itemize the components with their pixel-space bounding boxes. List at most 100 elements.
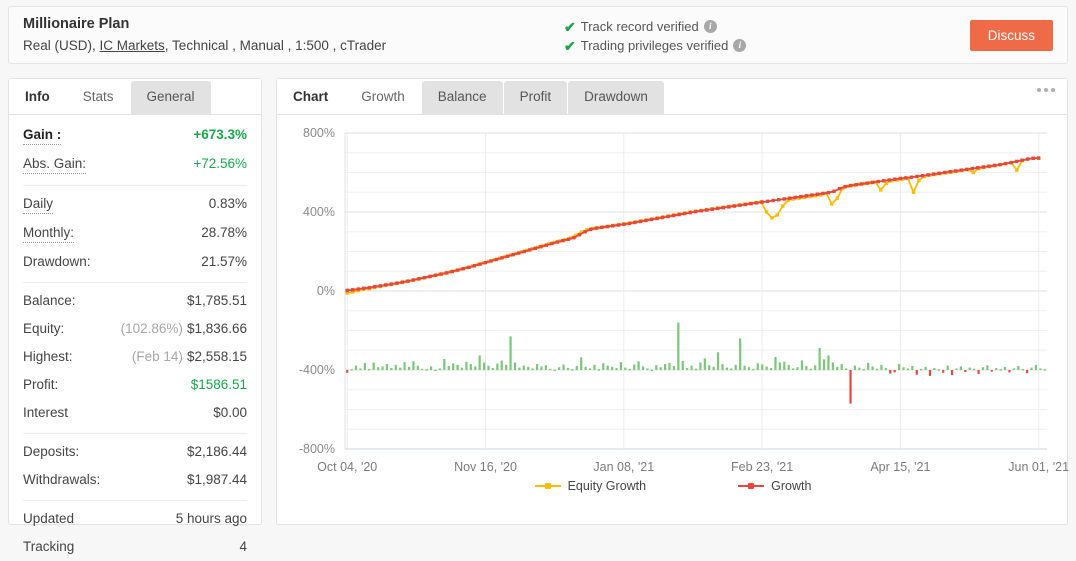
check-icon: ✔ [564,37,576,54]
stat-value: (Feb 14) $2,558.15 [131,349,247,364]
stat-value: 28.78% [201,225,247,240]
tab-drawdown[interactable]: Drawdown [568,81,664,114]
chart-panel: Chart Growth Balance Profit Drawdown 800… [276,78,1069,525]
stat-label: Updated [23,511,75,526]
stat-value: (102.86%) $1,836.66 [120,321,247,336]
svg-text:Oct 04, '20: Oct 04, '20 [317,460,377,474]
divider [23,433,247,434]
divider [23,185,247,186]
legend-equity-growth[interactable]: Equity Growth [534,479,647,493]
stat-value: +72.56% [193,156,247,171]
info-icon[interactable]: i [733,39,747,52]
chart-legend: Equity Growth Growth [277,479,1069,493]
stat-value-note: (102.86%) [120,321,183,336]
legend-label: Equity Growth [567,479,647,493]
stat-label: Equity: [23,321,65,336]
stat-value: $2,186.44 [186,444,247,459]
info-icon[interactable]: i [703,20,717,33]
stat-label[interactable]: Gain : [23,126,62,145]
stat-row: Updated 5 hours ago [23,505,247,533]
broker-link[interactable]: IC Markets [100,38,165,53]
legend-growth[interactable]: Growth [738,479,811,493]
stat-value: $1,987.44 [186,472,247,487]
account-identity: Millionaire Plan Real (USD), IC Markets,… [9,15,386,56]
tab-balance[interactable]: Balance [421,81,503,114]
stat-value: 21.57% [201,254,247,269]
stat-value-note: (Feb 14) [131,349,183,364]
verification-label: Trading privileges verified [580,38,729,53]
stat-value: 0.83% [208,196,247,211]
stat-row: Tracking 4 [23,533,247,561]
stat-row: Withdrawals: $1,987.44 [23,466,247,494]
stat-value: $1,785.51 [186,293,247,308]
tab-general[interactable]: General [130,81,211,114]
svg-text:Jun 01, '21: Jun 01, '21 [1008,460,1069,474]
divider [23,500,247,501]
stat-row: Equity: (102.86%) $1,836.66 [23,315,247,343]
stat-label: Drawdown: [23,254,91,269]
account-details: , Technical , Manual , 1:500 , cTrader [164,37,387,53]
stat-row: Drawdown: 21.57% [23,248,247,276]
stat-row: Highest: (Feb 14) $2,558.15 [23,343,247,371]
stat-row: Interest $0.00 [23,399,247,427]
tab-stats[interactable]: Stats [66,81,130,114]
svg-text:-800%: -800% [299,442,335,456]
stat-row: Gain : +673.3% [23,121,247,150]
stat-label: Deposits: [23,444,80,459]
stat-label[interactable]: Monthly: [23,224,75,243]
account-dashboard: Millionaire Plan Real (USD), IC Markets,… [0,0,1076,554]
verification-label: Track record verified [580,19,699,34]
account-type: Real (USD), [23,37,96,53]
chart-panel-label: Chart [293,89,329,104]
stat-value: 5 hours ago [175,511,247,526]
discuss-button[interactable]: Discuss [969,20,1053,51]
svg-text:-400%: -400% [299,363,335,377]
more-options-icon[interactable] [1037,88,1055,92]
account-name: Millionaire Plan [23,15,130,32]
verification-track-record: ✔ Track record verified i [564,18,746,35]
svg-text:800%: 800% [303,126,335,140]
stat-row: Monthly: 28.78% [23,219,247,248]
tab-growth[interactable]: Growth [345,81,421,114]
growth-chart-svg: 800% 400% 0% -400% -800% Oct 04, '20 Nov 16, '… [299,126,1069,474]
stat-label: Profit: [23,377,59,392]
stat-label: Highest: [23,349,73,364]
stat-row: Deposits: $2,186.44 [23,438,247,466]
tab-profit[interactable]: Profit [503,81,568,114]
stat-label: Tracking [23,539,75,554]
account-header: Millionaire Plan Real (USD), IC Markets,… [8,6,1068,64]
stat-label: Interest [23,405,69,420]
stats-list: Gain : +673.3% Abs. Gain: +72.56% Daily 0.83%… [9,115,261,561]
stat-row: Abs. Gain: +72.56% [23,150,247,179]
legend-swatch [738,483,765,489]
stat-value: $0.00 [213,405,247,420]
stat-value: $1586.51 [190,377,247,392]
legend-swatch [534,483,561,489]
svg-text:Feb 23, '21: Feb 23, '21 [731,460,793,474]
verification-trading-privileges: ✔ Trading privileges verified i [564,37,747,54]
chart-tabbar: Chart Growth Balance Profit Drawdown [277,79,1067,115]
stat-label[interactable]: Abs. Gain: [23,155,87,174]
svg-text:Jan 08, '21: Jan 08, '21 [593,460,654,474]
divider [23,282,247,283]
check-icon: ✔ [564,18,576,35]
stats-panel-label: Info [25,89,50,104]
verification-badges: ✔ Track record verified i ✔ Trading priv… [564,18,747,54]
stat-row: Daily 0.83% [23,190,247,219]
stat-row: Balance: $1,785.51 [23,287,247,315]
stat-label: Withdrawals: [23,472,101,487]
stat-row: Profit: $1586.51 [23,371,247,399]
stat-value: 4 [239,539,247,554]
growth-chart: 800% 400% 0% -400% -800% Oct 04, '20 Nov 16, '… [277,115,1069,525]
legend-label: Growth [771,479,812,493]
svg-text:400%: 400% [303,205,335,219]
svg-text:Apr 15, '21: Apr 15, '21 [870,460,930,474]
stats-panel: Info Stats General Gain : +673.3% Abs. Gai… [8,78,262,554]
svg-text:0%: 0% [317,284,335,298]
stat-label[interactable]: Daily [23,195,54,214]
stat-value: +673.3% [193,127,247,142]
account-meta: Real (USD), IC Markets, Technical , Manu… [23,36,386,56]
stats-tabbar: Info Stats General [9,79,261,115]
svg-text:Nov 16, '20: Nov 16, '20 [454,460,517,474]
stat-label: Balance: [23,293,76,308]
